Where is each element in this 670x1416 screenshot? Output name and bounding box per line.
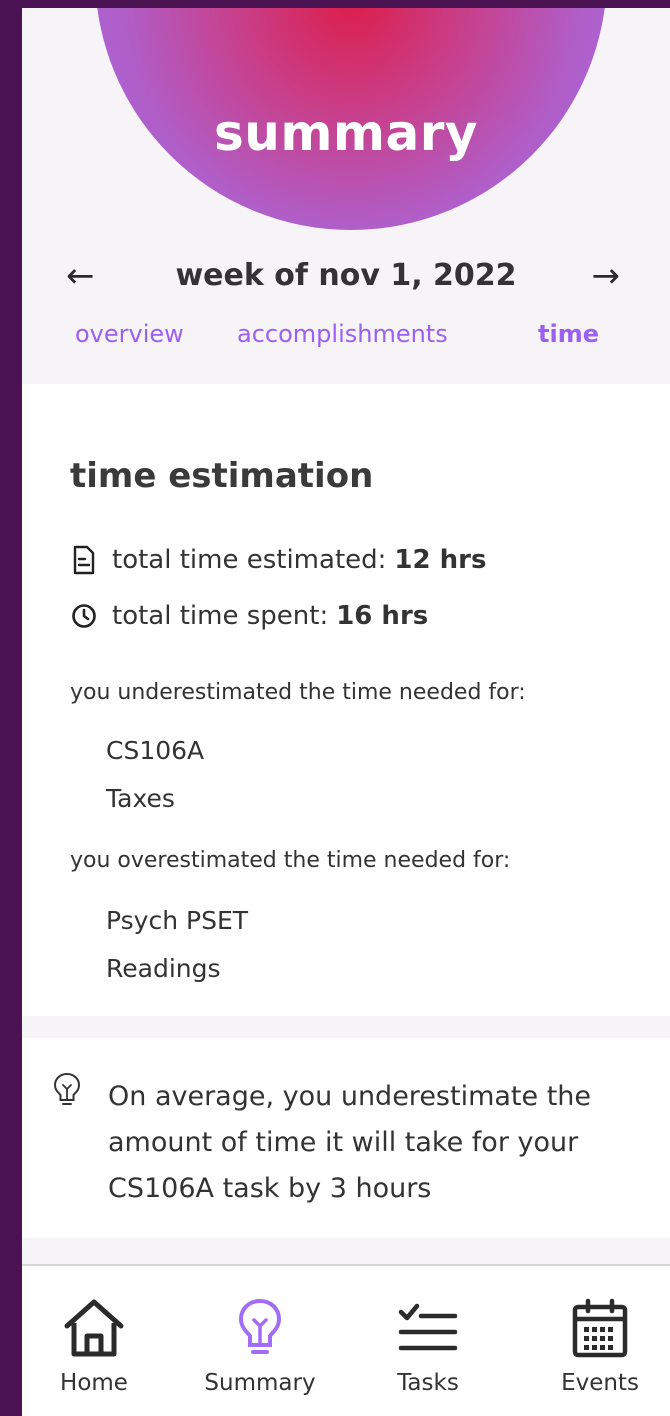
next-week-button[interactable]: → — [592, 254, 621, 298]
document-icon — [70, 544, 98, 576]
estimated-label: total time estimated: — [112, 545, 387, 575]
spent-value: 16 hrs — [336, 601, 429, 631]
overestimated-item: Psych PSET — [106, 906, 249, 935]
spent-label: total time spent: — [112, 601, 329, 631]
underestimated-label: you underestimated the time needed for: — [70, 680, 526, 705]
lightbulb-icon — [52, 1072, 82, 1108]
insight-card: On average, you underestimate the amount… — [22, 1038, 670, 1238]
nav-tasks-label: Tasks — [397, 1370, 459, 1396]
checklist-icon — [368, 1296, 488, 1360]
lightbulb-icon — [200, 1296, 320, 1360]
nav-home[interactable]: Home — [34, 1296, 154, 1396]
page-title: summary — [213, 104, 479, 162]
insight-text: On average, you underestimate the amount… — [108, 1081, 592, 1204]
nav-home-label: Home — [60, 1370, 128, 1396]
tab-time[interactable]: time — [538, 320, 599, 348]
bottom-navigation: Home Summary Tasks Events — [22, 1266, 670, 1416]
overestimated-label: you overestimated the time needed for: — [70, 848, 511, 873]
underestimated-item: CS106A — [106, 736, 205, 765]
estimated-value: 12 hrs — [394, 545, 487, 575]
nav-summary-label: Summary — [204, 1370, 316, 1396]
week-label: week of nov 1, 2022 — [175, 258, 517, 293]
calendar-icon — [540, 1296, 660, 1360]
nav-tasks[interactable]: Tasks — [368, 1296, 488, 1396]
home-icon — [34, 1296, 154, 1360]
week-navigator: ← week of nov 1, 2022 → — [22, 254, 670, 298]
clock-icon — [70, 600, 98, 632]
tab-accomplishments[interactable]: accomplishments — [237, 320, 448, 348]
nav-events-label: Events — [561, 1370, 639, 1396]
tab-overview[interactable]: overview — [75, 320, 184, 348]
app-screen: summary ← week of nov 1, 2022 → overview… — [22, 8, 670, 1416]
underestimated-item: Taxes — [106, 784, 175, 813]
overestimated-item: Readings — [106, 954, 221, 983]
section-title: time estimation — [70, 456, 374, 496]
nav-events[interactable]: Events — [540, 1296, 660, 1396]
time-estimation-card: time estimation total time estimated: 12… — [22, 384, 670, 1016]
summary-tabs: overview accomplishments time — [22, 320, 670, 354]
spent-time-stat: total time spent: 16 hrs — [70, 598, 428, 634]
nav-summary[interactable]: Summary — [200, 1296, 320, 1396]
estimated-time-stat: total time estimated: 12 hrs — [70, 542, 486, 578]
